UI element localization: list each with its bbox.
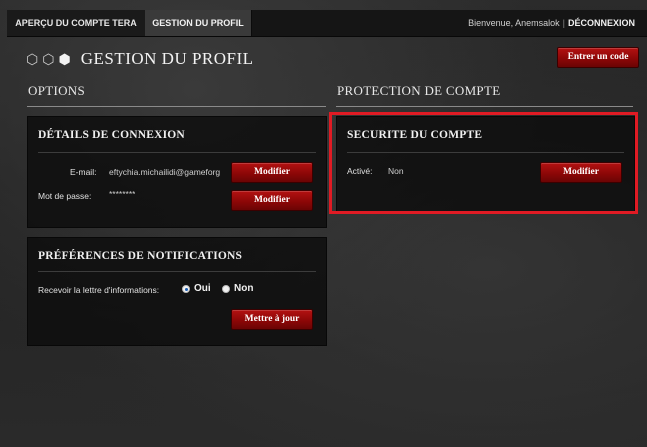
- tab-profile-management[interactable]: GESTION DU PROFIL: [145, 10, 252, 36]
- notification-preferences-title: PRÉFÉRENCES DE NOTIFICATIONS: [38, 250, 243, 262]
- welcome-area: Bienvenue, Anemsalok | DÉCONNEXION: [468, 10, 635, 36]
- newsletter-yes-label[interactable]: Oui: [194, 283, 211, 294]
- enter-code-button[interactable]: Entrer un code: [557, 47, 639, 68]
- hexagon-outline-icon: ⬡: [26, 51, 39, 67]
- login-details-panel: DÉTAILS DE CONNEXION E-mail: eftychia.mi…: [27, 116, 327, 228]
- newsletter-no-label[interactable]: Non: [234, 283, 253, 294]
- hexagon-outline-icon: ⬡: [42, 51, 55, 67]
- modify-email-button[interactable]: Modifier: [231, 162, 313, 183]
- page-title: GESTION DU PROFIL: [80, 49, 254, 68]
- logout-link[interactable]: DÉCONNEXION: [568, 18, 635, 28]
- top-nav-bar: APERÇU DU COMPTE TERA GESTION DU PROFIL …: [7, 10, 647, 37]
- password-value: ********: [109, 189, 136, 199]
- newsletter-label: Recevoir la lettre d'informations:: [38, 285, 160, 295]
- newsletter-yes-radio[interactable]: [182, 285, 190, 293]
- modify-password-button[interactable]: Modifier: [231, 190, 313, 211]
- protection-divider: [336, 106, 633, 107]
- update-preferences-button[interactable]: Mettre à jour: [231, 309, 313, 330]
- options-heading: OPTIONS: [28, 83, 85, 98]
- newsletter-no-radio[interactable]: [222, 285, 230, 293]
- options-divider: [27, 106, 326, 107]
- header-separator: |: [562, 18, 565, 28]
- page-title-row: ⬡ ⬡ ⬢ GESTION DU PROFIL: [26, 48, 254, 70]
- hexagon-filled-icon: ⬢: [58, 51, 71, 67]
- password-label: Mot de passe:: [38, 191, 92, 201]
- tab-account-overview[interactable]: APERÇU DU COMPTE TERA: [7, 10, 146, 36]
- protection-heading: PROTECTION DE COMPTE: [337, 83, 501, 98]
- login-details-title: DÉTAILS DE CONNEXION: [38, 129, 185, 141]
- welcome-text: Bienvenue, Anemsalok: [468, 18, 560, 28]
- email-label: E-mail:: [70, 167, 97, 177]
- highlight-frame: [329, 112, 638, 214]
- panel-divider: [38, 152, 316, 153]
- panel-divider: [38, 271, 316, 272]
- notification-preferences-panel: PRÉFÉRENCES DE NOTIFICATIONS Recevoir la…: [27, 237, 327, 346]
- email-value: eftychia.michailidi@gameforg: [109, 167, 221, 177]
